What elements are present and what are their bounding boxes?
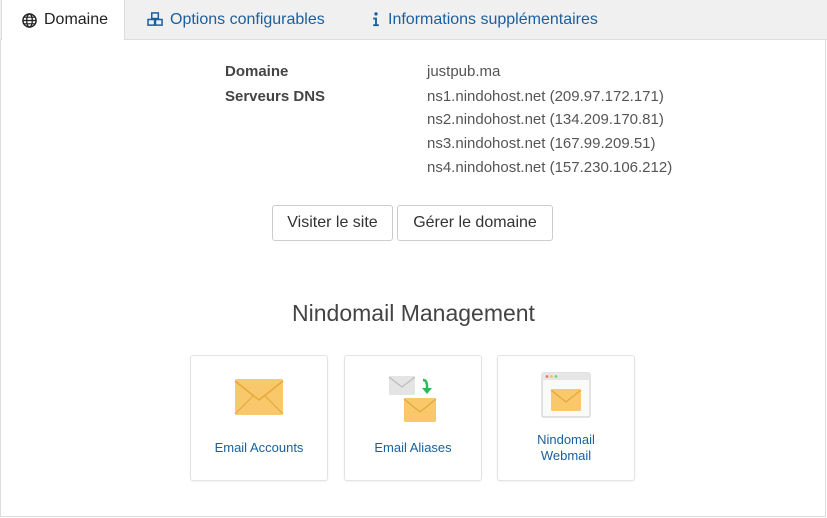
info-icon [370, 11, 382, 29]
tab-options-configurables[interactable]: Options configurables [146, 0, 325, 39]
tab-bar: Domaine Options configurables Informatio… [0, 0, 827, 40]
domain-label: Domaine [225, 63, 289, 80]
email-aliases-label: Email Aliases [374, 440, 452, 455]
dns-server-3: ns3.nindohost.net (167.99.209.51) [427, 135, 656, 152]
email-forward-icon [387, 374, 439, 428]
webmail-label-line2: Webmail [540, 448, 592, 463]
tab-informations-supplementaires[interactable]: Informations supplémentaires [370, 0, 598, 39]
globe-icon [20, 11, 38, 29]
webmail-label-line1: Nindomail [537, 432, 595, 447]
email-accounts-card[interactable]: Email Accounts [190, 355, 328, 481]
dns-server-1: ns1.nindohost.net (209.97.172.171) [427, 88, 664, 105]
envelope-icon [234, 378, 284, 432]
visit-site-button[interactable]: Visiter le site [272, 205, 393, 241]
tab-domaine-label: Domaine [44, 11, 109, 28]
webmail-card[interactable]: Nindomail Webmail [497, 355, 635, 481]
email-aliases-card[interactable]: Email Aliases [344, 355, 482, 481]
dns-server-4: ns4.nindohost.net (157.230.106.212) [427, 159, 673, 176]
email-accounts-label: Email Accounts [214, 440, 304, 455]
dns-label: Serveurs DNS [225, 88, 326, 105]
dns-server-2: ns2.nindohost.net (134.209.170.81) [427, 111, 664, 128]
manage-domain-button[interactable]: Gérer le domaine [397, 205, 553, 241]
tab-informations-label: Informations supplémentaires [388, 10, 598, 28]
webmail-icon [541, 372, 591, 426]
domain-value: justpub.ma [427, 63, 501, 80]
tab-domaine[interactable]: Domaine [1, 0, 125, 40]
cubes-icon [146, 11, 164, 29]
tab-options-label: Options configurables [170, 10, 325, 28]
mail-management-title: Nindomail Management [292, 300, 535, 326]
